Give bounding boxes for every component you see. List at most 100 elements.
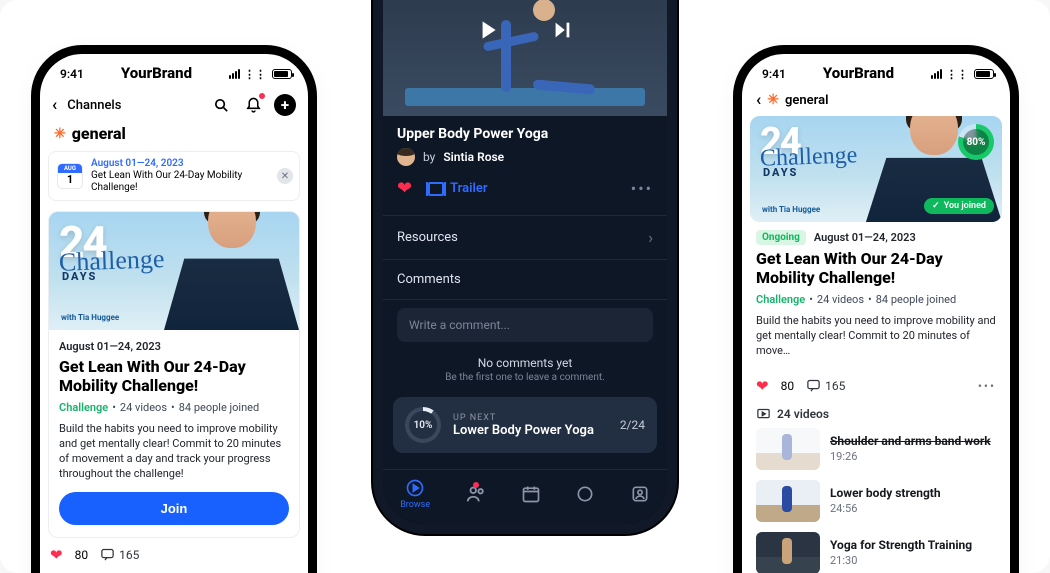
profile-icon	[630, 484, 650, 504]
back-group[interactable]: ‹ Channels	[52, 95, 121, 115]
back-label: Channels	[67, 98, 121, 113]
author-name: Sintia Rose	[443, 150, 504, 164]
video-player[interactable]	[383, 0, 667, 116]
brand-title: YourBrand	[121, 64, 192, 82]
circle-icon	[575, 484, 595, 504]
tab-community[interactable]	[465, 484, 487, 504]
calendar-icon	[521, 484, 541, 504]
phone-right-detail: 9:41 YourBrand ⋮⋮ ‹ ✳ general 24 Challen…	[742, 54, 1010, 573]
trailer-button[interactable]: Trailer	[428, 181, 487, 196]
battery-icon	[272, 69, 292, 79]
card-videos: 24 videos	[120, 401, 167, 414]
videos-section-header: 24 videos	[742, 395, 1010, 428]
trailer-label: Trailer	[450, 181, 487, 196]
pinned-banner[interactable]: AUG 1 August 01—24, 2023 Get Lean With O…	[48, 151, 300, 201]
up-next-label: UP NEXT	[453, 413, 594, 423]
engagement-row: ❤ 80 165	[40, 538, 308, 564]
film-icon	[428, 182, 444, 196]
signal-icon	[229, 69, 240, 79]
video-thumb	[756, 480, 820, 522]
next-icon[interactable]	[545, 13, 579, 47]
play-icon[interactable]	[471, 13, 505, 47]
tab-browse[interactable]: Browse	[400, 478, 430, 510]
videos-section-label: 24 videos	[777, 407, 829, 421]
detail-description: Build the habits you need to improve mob…	[756, 314, 996, 359]
add-button[interactable]: +	[274, 94, 296, 116]
calendar-icon: AUG 1	[57, 163, 83, 189]
heart-icon[interactable]: ❤	[50, 546, 63, 564]
join-button[interactable]: Join	[59, 492, 289, 525]
tab-browse-label: Browse	[400, 500, 430, 510]
detail-joined: 84 people joined	[876, 293, 956, 306]
comment-count: 165	[119, 548, 139, 562]
tab-calendar[interactable]	[521, 484, 541, 504]
spark-icon: ✳	[54, 126, 66, 142]
hero-withline: with Tia Huggee	[61, 313, 119, 322]
tab-circle[interactable]	[575, 484, 595, 504]
detail-title: Get Lean With Our 24-Day Mobility Challe…	[756, 249, 996, 287]
course-title: Upper Body Power Yoga	[397, 126, 653, 142]
video-duration: 24:56	[830, 502, 941, 515]
tab-bar: Browse	[383, 469, 667, 524]
progress-pct: 10%	[414, 420, 433, 431]
heart-icon[interactable]: ❤	[397, 178, 412, 199]
resources-label: Resources	[397, 230, 458, 245]
video-title: Lower body strength	[830, 487, 941, 500]
more-icon[interactable]: •••	[631, 179, 653, 198]
phone-left-channels: 9:41 YourBrand ⋮⋮ ‹ Channels +	[40, 54, 308, 573]
tab-profile[interactable]	[630, 484, 650, 504]
comment-chip[interactable]: 165	[100, 547, 139, 562]
video-duration: 19:26	[830, 450, 991, 463]
video-duration: 21:30	[830, 554, 972, 567]
playlist-icon	[756, 407, 771, 422]
spark-icon: ✳	[767, 92, 779, 108]
list-item[interactable]: Lower body strength 24:56	[756, 480, 996, 522]
no-comments-title: No comments yet	[383, 356, 667, 370]
channel-name: general	[785, 93, 828, 108]
coach-illustration	[164, 212, 299, 330]
card-description: Build the habits you need to improve mob…	[59, 422, 289, 481]
close-icon[interactable]: ✕	[277, 168, 293, 184]
phone-center-player: Upper Body Power Yoga by Sintia Rose ❤ T…	[383, 0, 667, 524]
brand-title: YourBrand	[823, 64, 894, 82]
wifi-icon: ⋮⋮	[244, 68, 266, 81]
nav-row: ‹ Channels +	[40, 86, 308, 122]
engagement-row: ❤ 80 165 •••	[742, 369, 1010, 395]
up-next-card[interactable]: 10% UP NEXT Lower Body Power Yoga 2/24	[393, 397, 657, 453]
comment-count: 165	[825, 379, 845, 393]
list-item[interactable]: Shoulder and arms band work 19:26	[756, 428, 996, 470]
up-next-title: Lower Body Power Yoga	[453, 423, 594, 438]
hero-days: DAYS	[763, 166, 798, 179]
empty-comments: No comments yet Be the first one to leav…	[383, 352, 667, 383]
breadcrumb[interactable]: ‹ ✳ general	[742, 86, 1010, 116]
bell-icon[interactable]	[242, 94, 264, 116]
progress-ring: 10%	[405, 407, 441, 443]
heart-icon[interactable]: ❤	[756, 377, 769, 395]
hero-days: DAYS	[62, 270, 97, 283]
status-badge: Ongoing	[756, 230, 806, 245]
channel-title: ✳ general	[40, 122, 308, 151]
challenge-hero: 24 Challenge DAYS with Tia Huggee	[49, 212, 299, 330]
challenge-card[interactable]: 24 Challenge DAYS with Tia Huggee August…	[48, 211, 300, 538]
status-bar: 9:41 YourBrand ⋮⋮	[742, 54, 1010, 86]
author-row[interactable]: by Sintia Rose	[397, 148, 653, 166]
list-item[interactable]: Yoga for Strength Training 21:30	[756, 532, 996, 573]
joined-chip: ✓ You joined	[924, 198, 994, 214]
wifi-icon: ⋮⋮	[946, 68, 968, 81]
chevron-left-icon: ‹	[52, 95, 57, 115]
more-icon[interactable]: •••	[978, 379, 996, 393]
resources-row[interactable]: Resources ›	[383, 215, 667, 259]
video-thumb	[756, 532, 820, 573]
progress-pct: 80%	[967, 137, 986, 148]
card-tag: Challenge	[59, 401, 108, 414]
no-comments-sub: Be the first one to leave a comment.	[383, 372, 667, 383]
avatar	[397, 148, 415, 166]
comment-chip[interactable]: 165	[806, 378, 845, 393]
comment-input[interactable]: Write a comment...	[397, 308, 653, 342]
video-title: Shoulder and arms band work	[830, 435, 991, 448]
search-icon[interactable]	[210, 94, 232, 116]
detail-hero: 24 Challenge DAYS with Tia Huggee 80% ✓ …	[750, 116, 1002, 222]
status-icons: ⋮⋮	[229, 68, 292, 81]
progress-ring: 80%	[958, 124, 994, 160]
like-count: 80	[781, 379, 795, 393]
